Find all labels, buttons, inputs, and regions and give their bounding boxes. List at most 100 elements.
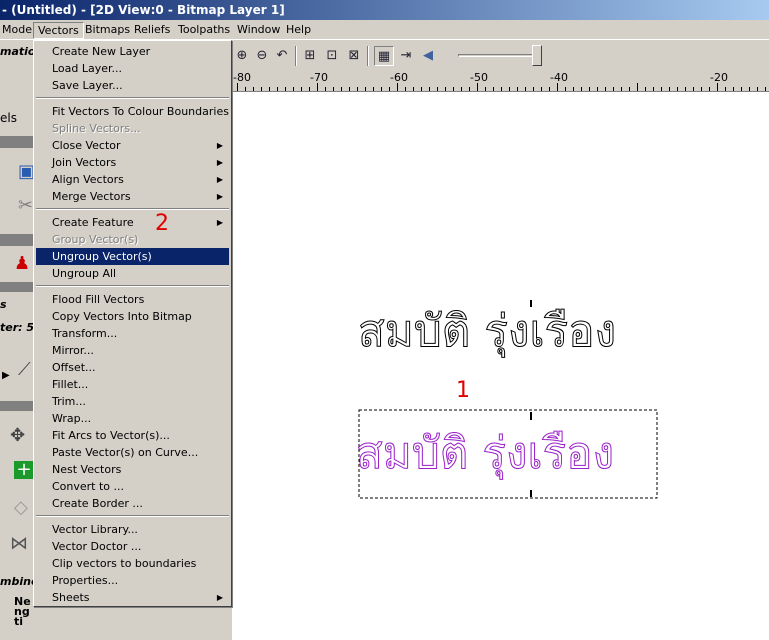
panel-fragment-ter: ter: 5 bbox=[0, 321, 35, 334]
ruler-tick bbox=[605, 87, 606, 91]
ruler-tick bbox=[517, 87, 518, 91]
zoom-fit-icon[interactable]: ⊞ bbox=[300, 46, 320, 66]
vector-text-bottom-selected[interactable]: สมบัติ รุ่งเรือง bbox=[355, 431, 614, 476]
vector-text-top[interactable]: สมบัติ รุ่งเรือง bbox=[357, 309, 616, 354]
menu-item-fit-vectors-to-colour-boundaries[interactable]: Fit Vectors To Colour Boundaries bbox=[36, 103, 229, 120]
menu-item-mirror[interactable]: Mirror... bbox=[36, 342, 229, 359]
menu-item-close-vector[interactable]: Close Vector ▶ bbox=[36, 137, 229, 154]
menu-item-vector-doctor[interactable]: Vector Doctor ... bbox=[36, 538, 229, 555]
ruler-tick bbox=[709, 87, 710, 91]
menu-item-wrap[interactable]: Wrap... bbox=[36, 410, 229, 427]
ruler-tick bbox=[477, 83, 478, 91]
menu-item-save-layer[interactable]: Save Layer... bbox=[36, 77, 229, 94]
ruler-tick bbox=[733, 87, 734, 91]
menu-item-paste-vector-s-on-curve[interactable]: Paste Vector(s) on Curve... bbox=[36, 444, 229, 461]
zoom-in-icon[interactable]: ⊕ bbox=[232, 46, 252, 66]
move-icon[interactable]: ✥ bbox=[10, 427, 25, 445]
opacity-slider-track[interactable] bbox=[458, 54, 538, 57]
ruler-tick bbox=[277, 87, 278, 91]
menu-reliefs[interactable]: Reliefs bbox=[130, 22, 174, 39]
figure-icon[interactable]: ♟ bbox=[14, 255, 30, 273]
submenu-arrow-icon: ▶ bbox=[216, 593, 223, 602]
ruler-tick bbox=[325, 87, 326, 91]
ruler-tick bbox=[597, 87, 598, 91]
ruler-tick bbox=[253, 87, 254, 91]
menu-item-flood-fill-vectors[interactable]: Flood Fill Vectors bbox=[36, 291, 229, 308]
shape-icon[interactable]: ◇ bbox=[14, 499, 28, 517]
menu-item-label: Properties... bbox=[52, 574, 119, 587]
menu-item-label: Paste Vector(s) on Curve... bbox=[52, 446, 199, 459]
layer-merge-icon[interactable]: ⇥ bbox=[396, 46, 416, 66]
menu-item-create-new-layer[interactable]: Create New Layer bbox=[36, 43, 229, 60]
menu-item-nest-vectors[interactable]: Nest Vectors bbox=[36, 461, 229, 478]
ruler-tick bbox=[765, 87, 766, 91]
ruler-tick bbox=[757, 87, 758, 91]
menu-toolpaths[interactable]: Toolpaths bbox=[174, 22, 234, 39]
menu-item-sheets[interactable]: Sheets ▶ bbox=[36, 589, 229, 606]
menu-item-group-vector-s[interactable]: Group Vector(s) bbox=[36, 231, 229, 248]
opacity-slider-thumb[interactable] bbox=[532, 45, 542, 66]
menu-item-label: Vector Doctor ... bbox=[52, 540, 142, 553]
ruler-tick bbox=[541, 87, 542, 91]
menu-separator bbox=[36, 515, 229, 517]
zoom-extents-icon[interactable]: ⊠ bbox=[344, 46, 364, 66]
back-arrow-icon[interactable]: ◀ bbox=[418, 46, 438, 66]
menu-item-vector-library[interactable]: Vector Library... bbox=[36, 521, 229, 538]
ruler-tick bbox=[693, 87, 694, 91]
ruler-tick bbox=[453, 87, 454, 91]
menu-item-join-vectors[interactable]: Join Vectors ▶ bbox=[36, 154, 229, 171]
submenu-arrow-icon: ▶ bbox=[216, 141, 223, 150]
menu-item-create-feature[interactable]: Create Feature ▶ bbox=[36, 214, 229, 231]
menu-item-transform[interactable]: Transform... bbox=[36, 325, 229, 342]
ruler-tick bbox=[637, 83, 638, 91]
window-title-bar: - (Untitled) - [2D View:0 - Bitmap Layer… bbox=[0, 0, 769, 20]
zoom-window-icon[interactable]: ⊡ bbox=[322, 46, 342, 66]
menu-item-label: Ungroup All bbox=[52, 267, 117, 280]
green-plus-icon[interactable]: + bbox=[14, 461, 34, 479]
ruler-tick bbox=[437, 87, 438, 91]
menu-item-offset[interactable]: Offset... bbox=[36, 359, 229, 376]
pin-icon[interactable]: ⟋ bbox=[18, 361, 31, 379]
menu-item-label: Create Border ... bbox=[52, 497, 143, 510]
zoom-previous-icon[interactable]: ↶ bbox=[272, 46, 292, 66]
node-icon[interactable]: ⋈ bbox=[10, 535, 28, 553]
menu-bar: Model Vectors Bitmaps Reliefs Toolpaths … bbox=[0, 20, 769, 40]
menu-vectors[interactable]: Vectors bbox=[33, 22, 84, 39]
menu-item-ungroup-vector-s[interactable]: Ungroup Vector(s) bbox=[36, 248, 229, 265]
ruler-tick bbox=[373, 87, 374, 91]
ruler-tick bbox=[429, 87, 430, 91]
ruler-tick bbox=[461, 87, 462, 91]
menu-item-ungroup-all[interactable]: Ungroup All bbox=[36, 265, 229, 282]
ruler-tick bbox=[341, 87, 342, 91]
ruler-tick bbox=[445, 87, 446, 91]
menu-item-load-layer[interactable]: Load Layer... bbox=[36, 60, 229, 77]
menu-item-merge-vectors[interactable]: Merge Vectors ▶ bbox=[36, 188, 229, 205]
menu-item-trim[interactable]: Trim... bbox=[36, 393, 229, 410]
arrow-right-icon[interactable]: ▶ bbox=[2, 367, 10, 385]
menu-bitmaps[interactable]: Bitmaps bbox=[81, 22, 134, 39]
menu-item-create-border[interactable]: Create Border ... bbox=[36, 495, 229, 512]
submenu-arrow-icon: ▶ bbox=[216, 175, 223, 184]
menu-item-fillet[interactable]: Fillet... bbox=[36, 376, 229, 393]
menu-window[interactable]: Window bbox=[233, 22, 284, 39]
menu-item-convert-to[interactable]: Convert to ... bbox=[36, 478, 229, 495]
ruler-tick bbox=[237, 83, 238, 91]
ruler-tick bbox=[613, 87, 614, 91]
submenu-arrow-icon: ▶ bbox=[216, 158, 223, 167]
menu-help[interactable]: Help bbox=[282, 22, 315, 39]
menu-separator bbox=[36, 208, 229, 210]
scissors-icon[interactable]: ✂ bbox=[18, 197, 33, 215]
zoom-out-icon[interactable]: ⊖ bbox=[252, 46, 272, 66]
menu-item-clip-vectors-to-boundaries[interactable]: Clip vectors to boundaries bbox=[36, 555, 229, 572]
menu-item-label: Nest Vectors bbox=[52, 463, 122, 476]
menu-item-properties[interactable]: Properties... bbox=[36, 572, 229, 589]
ruler-tick bbox=[533, 87, 534, 91]
menu-item-label: Transform... bbox=[52, 327, 118, 340]
layer-active-icon[interactable]: ▦ bbox=[374, 46, 394, 66]
menu-item-copy-vectors-into-bitmap[interactable]: Copy Vectors Into Bitmap bbox=[36, 308, 229, 325]
ruler-tick bbox=[701, 87, 702, 91]
menu-item-align-vectors[interactable]: Align Vectors ▶ bbox=[36, 171, 229, 188]
menu-item-fit-arcs-to-vector-s[interactable]: Fit Arcs to Vector(s)... bbox=[36, 427, 229, 444]
drawing-canvas[interactable]: สมบัติ รุ่งเรือง สมบัติ รุ่งเรือง 1 bbox=[232, 92, 769, 640]
menu-item-spline-vectors[interactable]: Spline Vectors... bbox=[36, 120, 229, 137]
